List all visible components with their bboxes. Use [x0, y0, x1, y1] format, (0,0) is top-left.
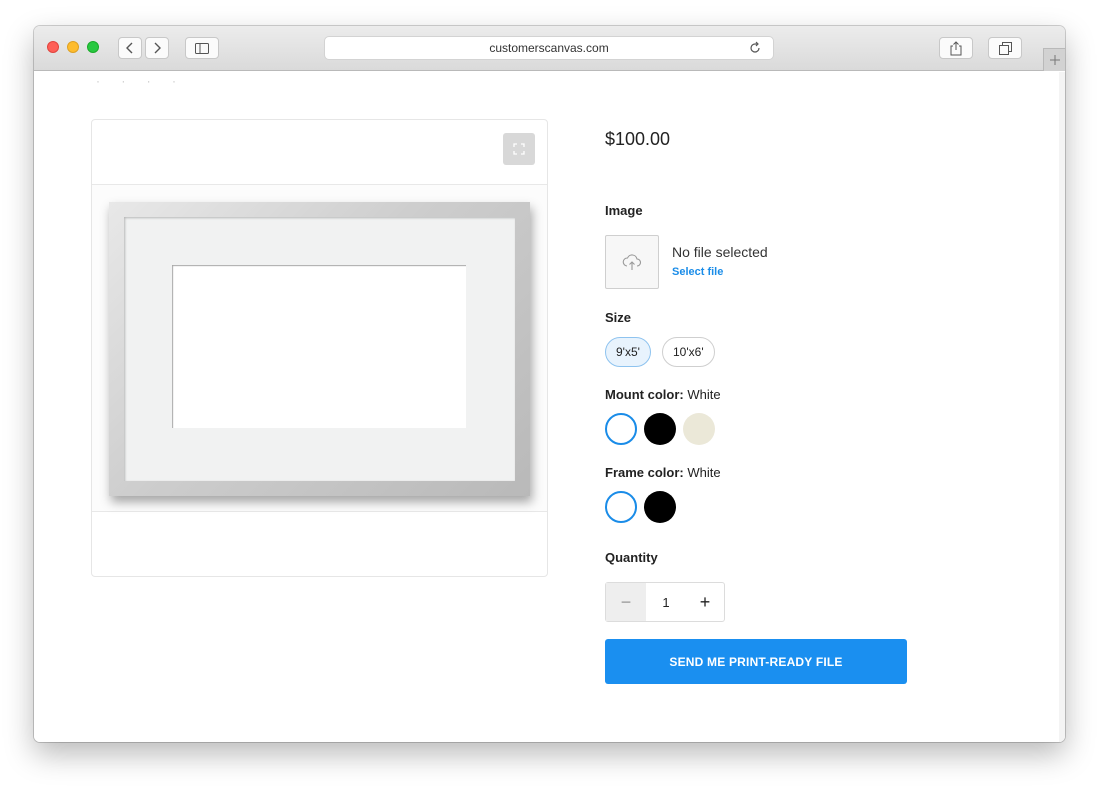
image-label: Image [605, 203, 643, 218]
photo-placeholder [172, 265, 466, 428]
quantity-stepper: − 1 + [605, 582, 725, 622]
frame-color-label: Frame color: White [605, 465, 721, 480]
close-window-button[interactable] [47, 41, 59, 53]
size-option-9x5[interactable]: 9'x5' [605, 337, 651, 367]
size-label: Size [605, 310, 632, 325]
frame-color-value: White [687, 465, 721, 480]
frame-color-swatch-black[interactable] [644, 491, 676, 523]
back-button[interactable] [118, 37, 142, 59]
page-content: · · · · $100.00 Image No file selected S… [34, 72, 1065, 742]
faded-heading: · · · · [96, 74, 185, 88]
mount-color-label-text: Mount color: [605, 387, 684, 402]
plus-icon [1049, 55, 1060, 65]
reload-icon [750, 41, 760, 53]
expand-icon [513, 143, 525, 155]
sidebar-icon [195, 42, 209, 54]
mount-color-label: Mount color: White [605, 387, 721, 402]
sidebar-button[interactable] [185, 37, 219, 59]
mount-color-swatch-cream[interactable] [683, 413, 715, 445]
picture-frame [109, 202, 530, 496]
minimize-window-button[interactable] [67, 41, 79, 53]
mount-color-value: White [687, 387, 721, 402]
quantity-input[interactable]: 1 [646, 583, 686, 621]
forward-button[interactable] [145, 37, 169, 59]
page-scrollbar[interactable] [1059, 72, 1065, 742]
chevron-left-icon [126, 42, 133, 54]
share-button[interactable] [939, 37, 973, 59]
mount-color-swatch-black[interactable] [644, 413, 676, 445]
design-canvas[interactable] [92, 184, 547, 512]
select-file-link[interactable]: Select file [672, 266, 723, 278]
browser-toolbar: customerscanvas.com [34, 26, 1065, 71]
product-preview [91, 119, 548, 577]
fullscreen-button[interactable] [503, 133, 535, 165]
mount-color-swatch-white[interactable] [605, 413, 637, 445]
send-print-ready-file-button[interactable]: SEND ME PRINT-READY FILE [605, 639, 907, 684]
browser-window: customerscanvas.com · · · · $100.00 Imag… [34, 26, 1065, 742]
size-option-10x6[interactable]: 10'x6' [662, 337, 715, 367]
frame-color-label-text: Frame color: [605, 465, 684, 480]
chevron-right-icon [154, 42, 161, 54]
reload-button[interactable] [749, 41, 761, 57]
product-price: $100.00 [605, 129, 671, 149]
frame-color-swatch-white[interactable] [605, 491, 637, 523]
share-icon [950, 40, 962, 55]
new-tab-button[interactable] [1043, 48, 1065, 71]
image-upload-box[interactable] [605, 235, 659, 289]
tabs-icon [998, 41, 1012, 55]
quantity-decrement-button[interactable]: − [606, 583, 646, 621]
quantity-increment-button[interactable]: + [686, 583, 724, 621]
quantity-label: Quantity [605, 550, 658, 565]
zoom-window-button[interactable] [87, 41, 99, 53]
cloud-upload-icon [622, 254, 642, 270]
no-file-text: No file selected [672, 244, 768, 260]
address-bar[interactable]: customerscanvas.com [324, 36, 774, 60]
url-text: customerscanvas.com [489, 41, 609, 55]
mount-board [124, 217, 515, 481]
tabs-button[interactable] [988, 37, 1022, 59]
